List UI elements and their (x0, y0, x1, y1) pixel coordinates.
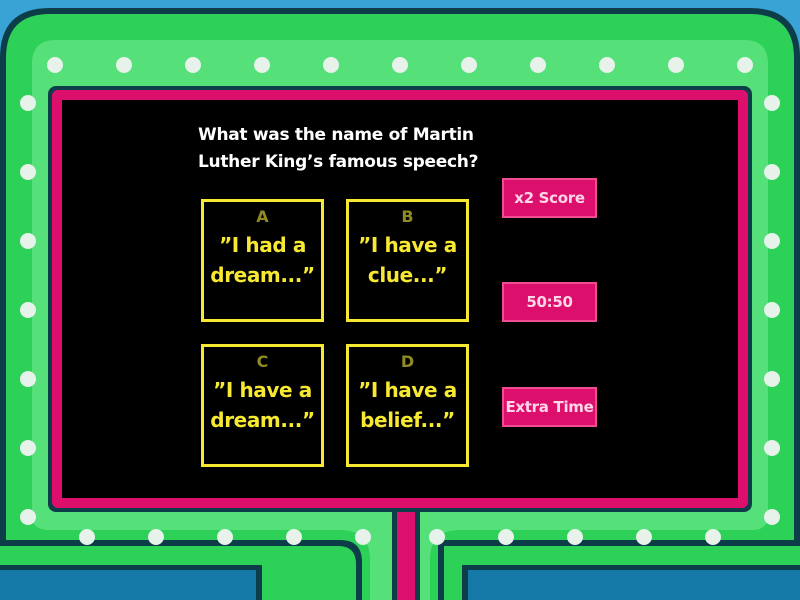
answer-c[interactable]: C ”I have a dream...” (201, 344, 324, 467)
answer-a[interactable]: A ”I had a dream...” (201, 199, 324, 322)
stand-pole (397, 500, 415, 600)
answer-letter: B (401, 207, 414, 226)
game-stage: What was the name of Martin Luther King’… (0, 0, 800, 600)
answer-letter: C (256, 352, 269, 371)
extra-time-button[interactable]: Extra Time (502, 387, 597, 427)
fifty-fifty-button[interactable]: 50:50 (502, 282, 597, 322)
answer-letter: A (256, 207, 269, 226)
bottom-floor-left-blue (0, 570, 256, 600)
answer-text: ”I have a dream...” (210, 378, 315, 432)
answer-letter: D (400, 352, 415, 371)
answer-d[interactable]: D ”I have a belief...” (346, 344, 469, 467)
question-text: What was the name of Martin Luther King’… (198, 125, 479, 172)
answer-text: ”I have a clue...” (358, 233, 457, 287)
double-score-button[interactable]: x2 Score (502, 178, 597, 218)
answer-text: ”I have a belief...” (358, 378, 457, 432)
answer-text: ”I had a dream...” (210, 233, 315, 287)
answer-b[interactable]: B ”I have a clue...” (346, 199, 469, 322)
bottom-floor-right-blue (468, 570, 800, 600)
